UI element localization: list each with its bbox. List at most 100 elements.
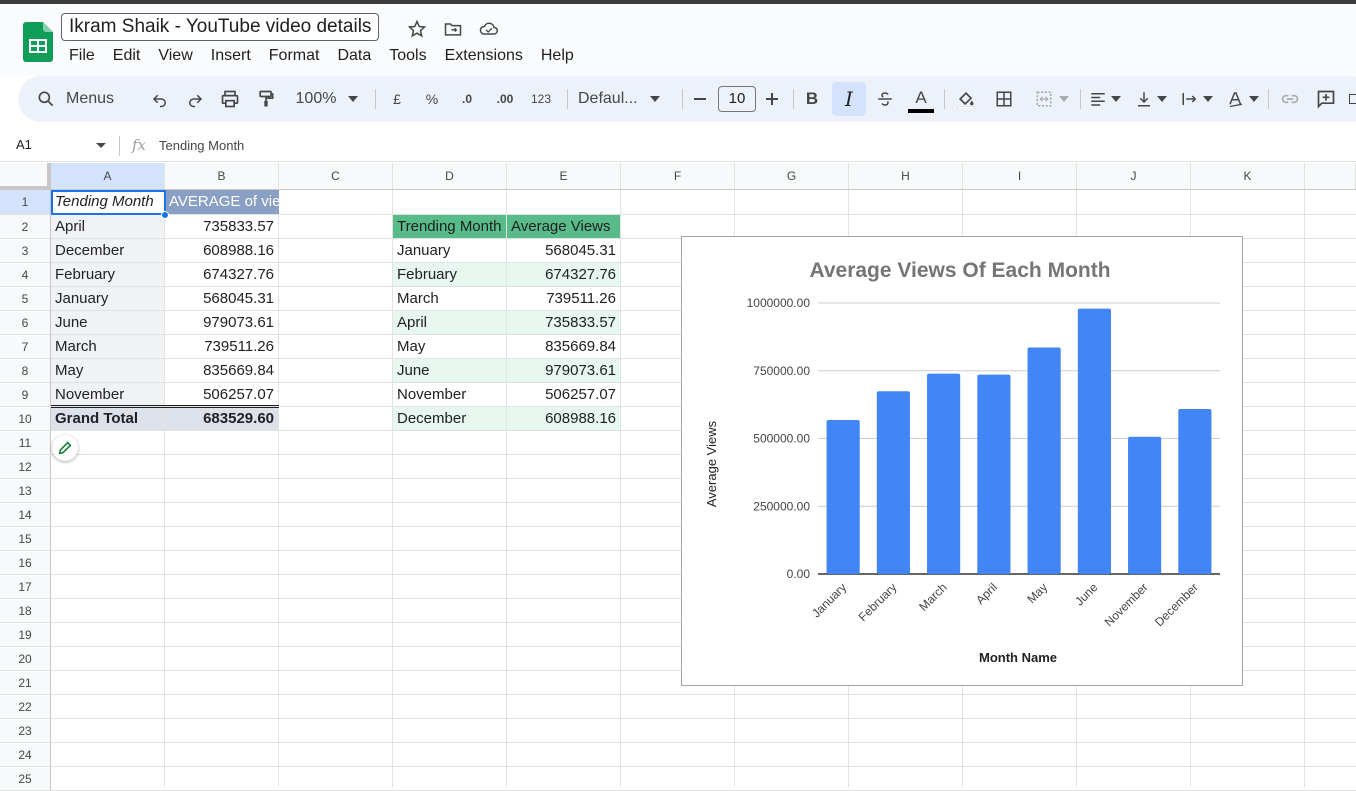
menu-format[interactable]: Format	[260, 44, 329, 68]
table-cell-views[interactable]: 506257.07	[507, 383, 620, 406]
table-cell-views[interactable]: 674327.76	[507, 263, 620, 286]
row-header[interactable]: 15	[0, 527, 51, 551]
column-header-j[interactable]: J	[1077, 163, 1191, 190]
table-cell-month[interactable]: June	[393, 359, 506, 382]
insert-chart-button[interactable]	[1348, 76, 1356, 122]
increase-font-size-button[interactable]	[761, 76, 783, 122]
bold-button[interactable]: B	[800, 76, 824, 122]
row-header[interactable]: 7	[0, 335, 51, 359]
table-cell-month[interactable]: December	[393, 407, 506, 430]
menu-insert[interactable]: Insert	[202, 44, 260, 68]
column-header-d[interactable]: D	[393, 163, 507, 190]
pivot-row-label[interactable]: January	[51, 287, 164, 310]
edit-pivot-button[interactable]	[52, 435, 78, 461]
pivot-row-value[interactable]: 735833.57	[165, 215, 278, 238]
column-header-k[interactable]: K	[1191, 163, 1305, 190]
currency-format-button[interactable]: £	[386, 76, 408, 122]
row-header[interactable]: 8	[0, 359, 51, 383]
table-cell-month[interactable]: April	[393, 311, 506, 334]
vertical-align-button[interactable]	[1132, 76, 1170, 122]
chevron-down-icon[interactable]	[96, 143, 106, 148]
table-cell-views[interactable]: 979073.61	[507, 359, 620, 382]
pivot-row-label[interactable]: May	[51, 359, 164, 382]
pivot-grand-total-label[interactable]: Grand Total	[51, 407, 164, 430]
chart-bar-june[interactable]	[1078, 309, 1111, 574]
table-cell-month[interactable]: January	[393, 239, 506, 262]
bar-chart[interactable]: Average Views Of Each Month Month Name A…	[681, 236, 1243, 686]
pivot-row-value[interactable]: 835669.84	[165, 359, 278, 382]
row-header[interactable]: 1	[0, 190, 51, 215]
pivot-row-label[interactable]: December	[51, 239, 164, 262]
pivot-row-value[interactable]: 568045.31	[165, 287, 278, 310]
pivot-row-label[interactable]: November	[51, 383, 164, 406]
row-header[interactable]: 25	[0, 767, 51, 791]
chart-bar-march[interactable]	[927, 374, 960, 574]
pivot-row-value[interactable]: 608988.16	[165, 239, 278, 262]
column-header-l[interactable]	[1305, 163, 1356, 190]
row-header[interactable]: 20	[0, 647, 51, 671]
chart-bar-november[interactable]	[1128, 437, 1161, 574]
row-header[interactable]: 12	[0, 455, 51, 479]
row-header[interactable]: 16	[0, 551, 51, 575]
merge-cells-button[interactable]	[1030, 76, 1074, 122]
table-cell-views[interactable]: 739511.26	[507, 287, 620, 310]
table-header-month[interactable]: Trending Month	[393, 215, 506, 238]
chart-bar-april[interactable]	[977, 375, 1010, 574]
pivot-row-label[interactable]: June	[51, 311, 164, 334]
star-icon[interactable]	[406, 18, 428, 40]
pivot-row-label[interactable]: April	[51, 215, 164, 238]
pivot-row-label[interactable]: March	[51, 335, 164, 358]
column-header-b[interactable]: B	[165, 163, 279, 190]
row-header[interactable]: 2	[0, 215, 51, 239]
table-cell-month[interactable]: February	[393, 263, 506, 286]
decrease-decimal-button[interactable]: .0	[454, 76, 480, 122]
column-header-c[interactable]: C	[279, 163, 393, 190]
row-header[interactable]: 23	[0, 719, 51, 743]
row-header[interactable]: 21	[0, 671, 51, 695]
search-menus-button[interactable]: Menus	[36, 76, 132, 122]
row-header[interactable]: 9	[0, 383, 51, 407]
table-cell-month[interactable]: May	[393, 335, 506, 358]
row-header[interactable]: 22	[0, 695, 51, 719]
chart-bar-may[interactable]	[1028, 348, 1061, 574]
menu-edit[interactable]: Edit	[104, 44, 150, 68]
name-box[interactable]: A1	[16, 137, 32, 152]
table-cell-month[interactable]: March	[393, 287, 506, 310]
row-header[interactable]: 19	[0, 623, 51, 647]
text-wrapping-button[interactable]	[1178, 76, 1216, 122]
chart-bar-december[interactable]	[1178, 409, 1211, 574]
redo-button[interactable]	[181, 76, 209, 122]
percent-format-button[interactable]: %	[421, 76, 443, 122]
document-title[interactable]: Ikram Shaik - YouTube video details	[61, 13, 379, 41]
column-header-g[interactable]: G	[735, 163, 849, 190]
menu-data[interactable]: Data	[328, 44, 380, 68]
text-color-button[interactable]: A	[906, 76, 936, 122]
more-formats-button[interactable]: 123	[527, 76, 555, 122]
print-button[interactable]	[216, 76, 244, 122]
chart-bar-february[interactable]	[877, 391, 910, 574]
pivot-row-value[interactable]: 979073.61	[165, 311, 278, 334]
row-header[interactable]: 13	[0, 479, 51, 503]
italic-button[interactable]: I	[832, 82, 866, 116]
table-cell-views[interactable]: 568045.31	[507, 239, 620, 262]
move-folder-icon[interactable]	[442, 18, 464, 40]
select-all-corner[interactable]	[0, 163, 51, 190]
row-header[interactable]: 18	[0, 599, 51, 623]
row-header[interactable]: 5	[0, 287, 51, 311]
menu-help[interactable]: Help	[532, 44, 583, 68]
column-header-a[interactable]: A	[51, 163, 165, 190]
row-header[interactable]: 3	[0, 239, 51, 263]
column-header-i[interactable]: I	[963, 163, 1077, 190]
paint-format-button[interactable]	[252, 76, 280, 122]
row-header[interactable]: 6	[0, 311, 51, 335]
borders-button[interactable]	[992, 76, 1016, 122]
font-family-select[interactable]: Defaul...	[578, 76, 670, 122]
row-header[interactable]: 17	[0, 575, 51, 599]
decrease-font-size-button[interactable]	[689, 76, 711, 122]
row-header[interactable]: 11	[0, 431, 51, 455]
font-size-input[interactable]: 10	[718, 76, 756, 122]
pivot-row-value[interactable]: 739511.26	[165, 335, 278, 358]
menu-extensions[interactable]: Extensions	[436, 44, 532, 68]
menu-view[interactable]: View	[149, 44, 201, 68]
row-header[interactable]: 4	[0, 263, 51, 287]
